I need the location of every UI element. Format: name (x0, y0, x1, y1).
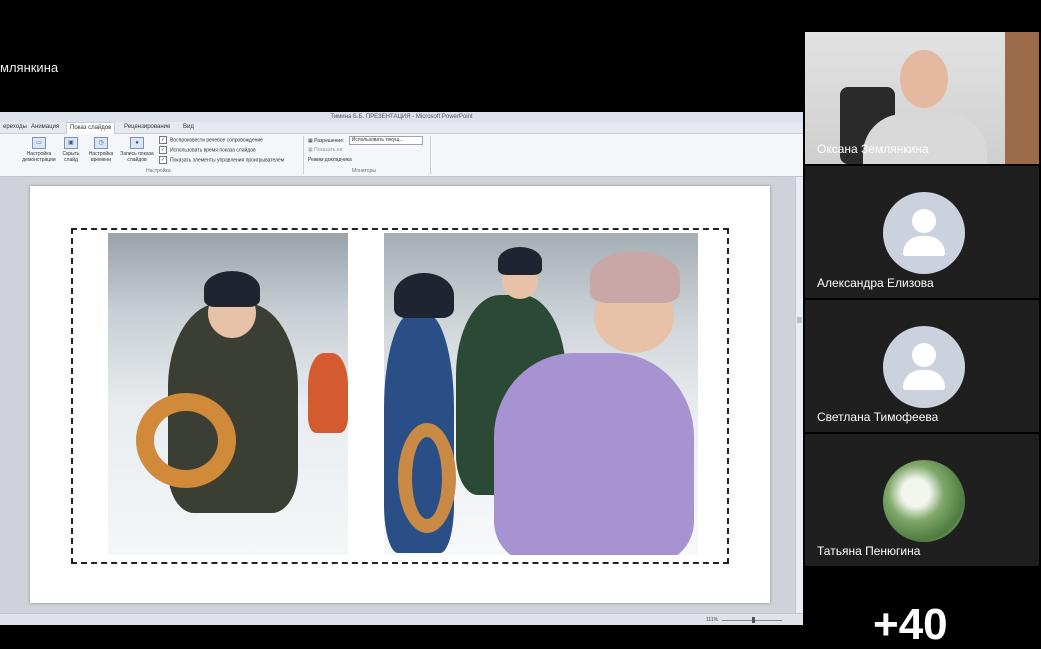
person-head-shape (900, 50, 948, 108)
hide-slide-icon: ▣ (64, 137, 78, 149)
zoom-slider-knob[interactable] (752, 617, 755, 623)
participant-name: Светлана Тимофеева (817, 410, 939, 424)
participant-name: Александра Елизова (817, 276, 934, 290)
record-show-button[interactable]: ● Запись показа слайдов (118, 137, 156, 163)
record-icon: ● (130, 137, 144, 149)
resolution-dropdown[interactable]: Использовать текущ... (348, 136, 423, 145)
resolution-icon: ▦ (308, 137, 313, 144)
slide-pane (0, 177, 795, 613)
group-label-setup: Настройка (146, 168, 171, 174)
hide-slide-button[interactable]: ▣ Скрыть слайд (60, 137, 82, 163)
participant-tile-video[interactable]: Оксана Землянкина (805, 32, 1039, 164)
tab-slide-show[interactable]: Показ слайдов (66, 122, 116, 134)
media-controls-checkbox[interactable]: ✓ Показать элементы управления проигрыват… (159, 156, 284, 165)
tab-review[interactable]: Рецензирование (121, 122, 173, 133)
rehearse-timings-button[interactable]: ◷ Настройка времени (86, 137, 116, 163)
tab-transitions[interactable]: ереходы (0, 122, 30, 133)
presenter-view-checkbox[interactable]: Режим докладчика (308, 156, 352, 165)
zoom-level: 111% (706, 617, 719, 623)
show-on-row: ▦ Показать на: (308, 147, 344, 153)
slide-photo-boy (108, 233, 348, 555)
checkbox-checked-icon: ✓ (159, 146, 167, 154)
tab-view[interactable]: Вид (180, 122, 197, 133)
powerpoint-window: Тимина Б.Б. ПРЕЗЕНТАЦИЯ - Microsoft Powe… (0, 112, 803, 625)
person-body-shape (863, 114, 987, 164)
group-label-monitors: Мониторы (352, 168, 376, 174)
meeting-top-bar: млянкина (0, 0, 803, 112)
checkbox-checked-icon: ✓ (159, 136, 167, 144)
scrollbar-thumb[interactable] (797, 317, 802, 323)
monitor-icon: ▭ (32, 137, 46, 149)
slide[interactable] (30, 186, 770, 603)
timer-icon: ◷ (94, 137, 108, 149)
show-on-icon: ▦ (308, 147, 313, 153)
tab-animation[interactable]: Анимация (28, 122, 62, 133)
participant-tile[interactable]: Татьяна Пенюгина (805, 434, 1039, 566)
presenter-name-label: млянкина (0, 60, 59, 75)
participant-tile[interactable]: Светлана Тимофеева (805, 300, 1039, 432)
status-bar: 111% (0, 613, 803, 625)
participant-name: Оксана Землянкина (817, 142, 929, 156)
ribbon-separator (430, 136, 431, 174)
door-shape (1005, 32, 1039, 164)
ribbon-separator (303, 136, 304, 174)
ribbon-tabs: ереходы Анимация Показ слайдов Рецензиро… (0, 122, 803, 134)
vertical-scrollbar[interactable] (795, 177, 803, 613)
more-participants-count[interactable]: +40 (873, 603, 948, 647)
resolution-row: ▦ Разрешение: Использовать текущ... (308, 136, 423, 145)
participants-panel: Оксана Землянкина Александра Елизова Све… (803, 0, 1041, 647)
avatar-photo-flowers (883, 460, 965, 542)
avatar-icon (883, 326, 965, 408)
timings-checkbox[interactable]: ✓ Использовать время показа слайдов (159, 146, 256, 155)
ribbon: ▭ Настройка демонстрации ▣ Скрыть слайд … (0, 134, 803, 177)
setup-show-button[interactable]: ▭ Настройка демонстрации (20, 137, 58, 163)
window-title: Тимина Б.Б. ПРЕЗЕНТАЦИЯ - Microsoft Powe… (0, 112, 803, 122)
participant-tile[interactable]: Александра Елизова (805, 166, 1039, 298)
narration-checkbox[interactable]: ✓ Воспроизвести речевое сопровождение (159, 136, 263, 145)
slide-photo-children (384, 233, 698, 555)
participant-name: Татьяна Пенюгина (817, 544, 921, 558)
avatar-icon (883, 192, 965, 274)
checkbox-checked-icon: ✓ (159, 156, 167, 164)
